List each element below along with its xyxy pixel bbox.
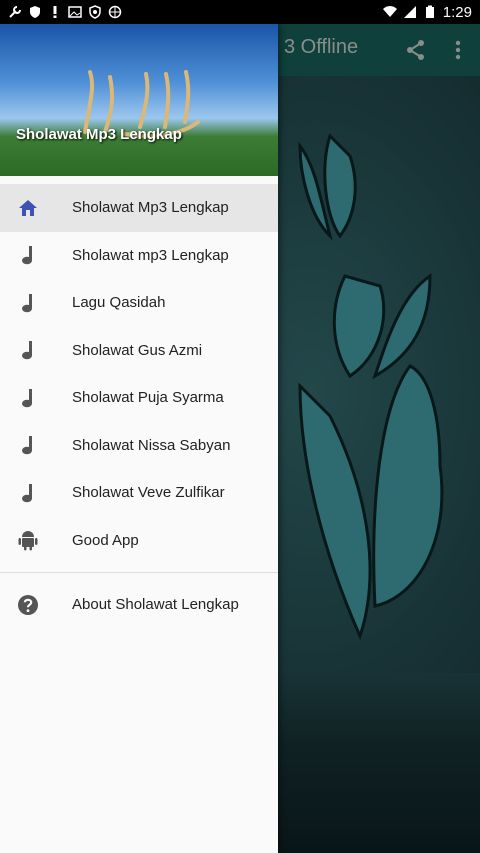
- home-icon: [16, 196, 40, 220]
- menu-item-sholawat-puja-syarma[interactable]: Sholawat Puja Syarma: [0, 374, 278, 422]
- menu-item-label: Sholawat mp3 Lengkap: [72, 246, 229, 264]
- music-note-icon: [16, 338, 40, 362]
- wifi-icon: [382, 6, 397, 17]
- image-icon: [68, 6, 82, 18]
- menu-item-lagu-qasidah[interactable]: Lagu Qasidah: [0, 279, 278, 327]
- menu-item-sholawat-gus-azmi[interactable]: Sholawat Gus Azmi: [0, 327, 278, 375]
- menu-item-label: Lagu Qasidah: [72, 294, 166, 312]
- music-note-icon: [16, 243, 40, 267]
- menu-item-sholawat-nissa-sabyan[interactable]: Sholawat Nissa Sabyan: [0, 422, 278, 470]
- android-icon: [16, 528, 40, 552]
- menu-item-label: Sholawat Mp3 Lengkap: [72, 199, 229, 217]
- menu-divider: [0, 572, 278, 573]
- menu-item-good-app[interactable]: Good App: [0, 517, 278, 565]
- music-note-icon: [16, 386, 40, 410]
- help-icon: [16, 593, 40, 617]
- menu-item-label: Sholawat Gus Azmi: [72, 341, 203, 359]
- shield-icon: [30, 6, 40, 18]
- music-note-icon: [16, 481, 40, 505]
- status-time: 1:29: [442, 3, 472, 21]
- menu-item-sholawat-mp3-lengkap[interactable]: Sholawat Mp3 Lengkap: [0, 184, 278, 232]
- vpn-icon: [89, 5, 101, 19]
- menu-item-about[interactable]: About Sholawat Lengkap: [0, 581, 278, 629]
- menu-item-sholawat-veve-zulfikar[interactable]: Sholawat Veve Zulfikar: [0, 469, 278, 517]
- menu-item-label: Good App: [72, 531, 139, 549]
- globe-icon: [108, 5, 122, 19]
- drawer-header: Sholawat Mp3 Lengkap: [0, 24, 278, 176]
- menu-item-sholawat-mp3-lengkap-2[interactable]: Sholawat mp3 Lengkap: [0, 232, 278, 280]
- music-note-icon: [16, 291, 40, 315]
- drawer-header-title: Sholawat Mp3 Lengkap: [16, 126, 182, 143]
- exclamation-icon: [53, 6, 57, 18]
- notification-icons: [8, 5, 122, 19]
- navigation-drawer: Sholawat Mp3 Lengkap Sholawat Mp3 Lengka…: [0, 24, 278, 853]
- status-bar: 1:29: [0, 0, 480, 24]
- menu-item-label: Sholawat Puja Syarma: [72, 389, 224, 407]
- signal-icon: [403, 6, 416, 18]
- battery-icon: [425, 5, 434, 18]
- music-note-icon: [16, 433, 40, 457]
- wrench-icon: [9, 6, 21, 18]
- menu-item-label: Sholawat Veve Zulfikar: [72, 484, 225, 502]
- menu-item-label: Sholawat Nissa Sabyan: [72, 436, 231, 454]
- menu-item-label: About Sholawat Lengkap: [72, 596, 239, 614]
- drawer-menu: Sholawat Mp3 Lengkap Sholawat mp3 Lengka…: [0, 176, 278, 629]
